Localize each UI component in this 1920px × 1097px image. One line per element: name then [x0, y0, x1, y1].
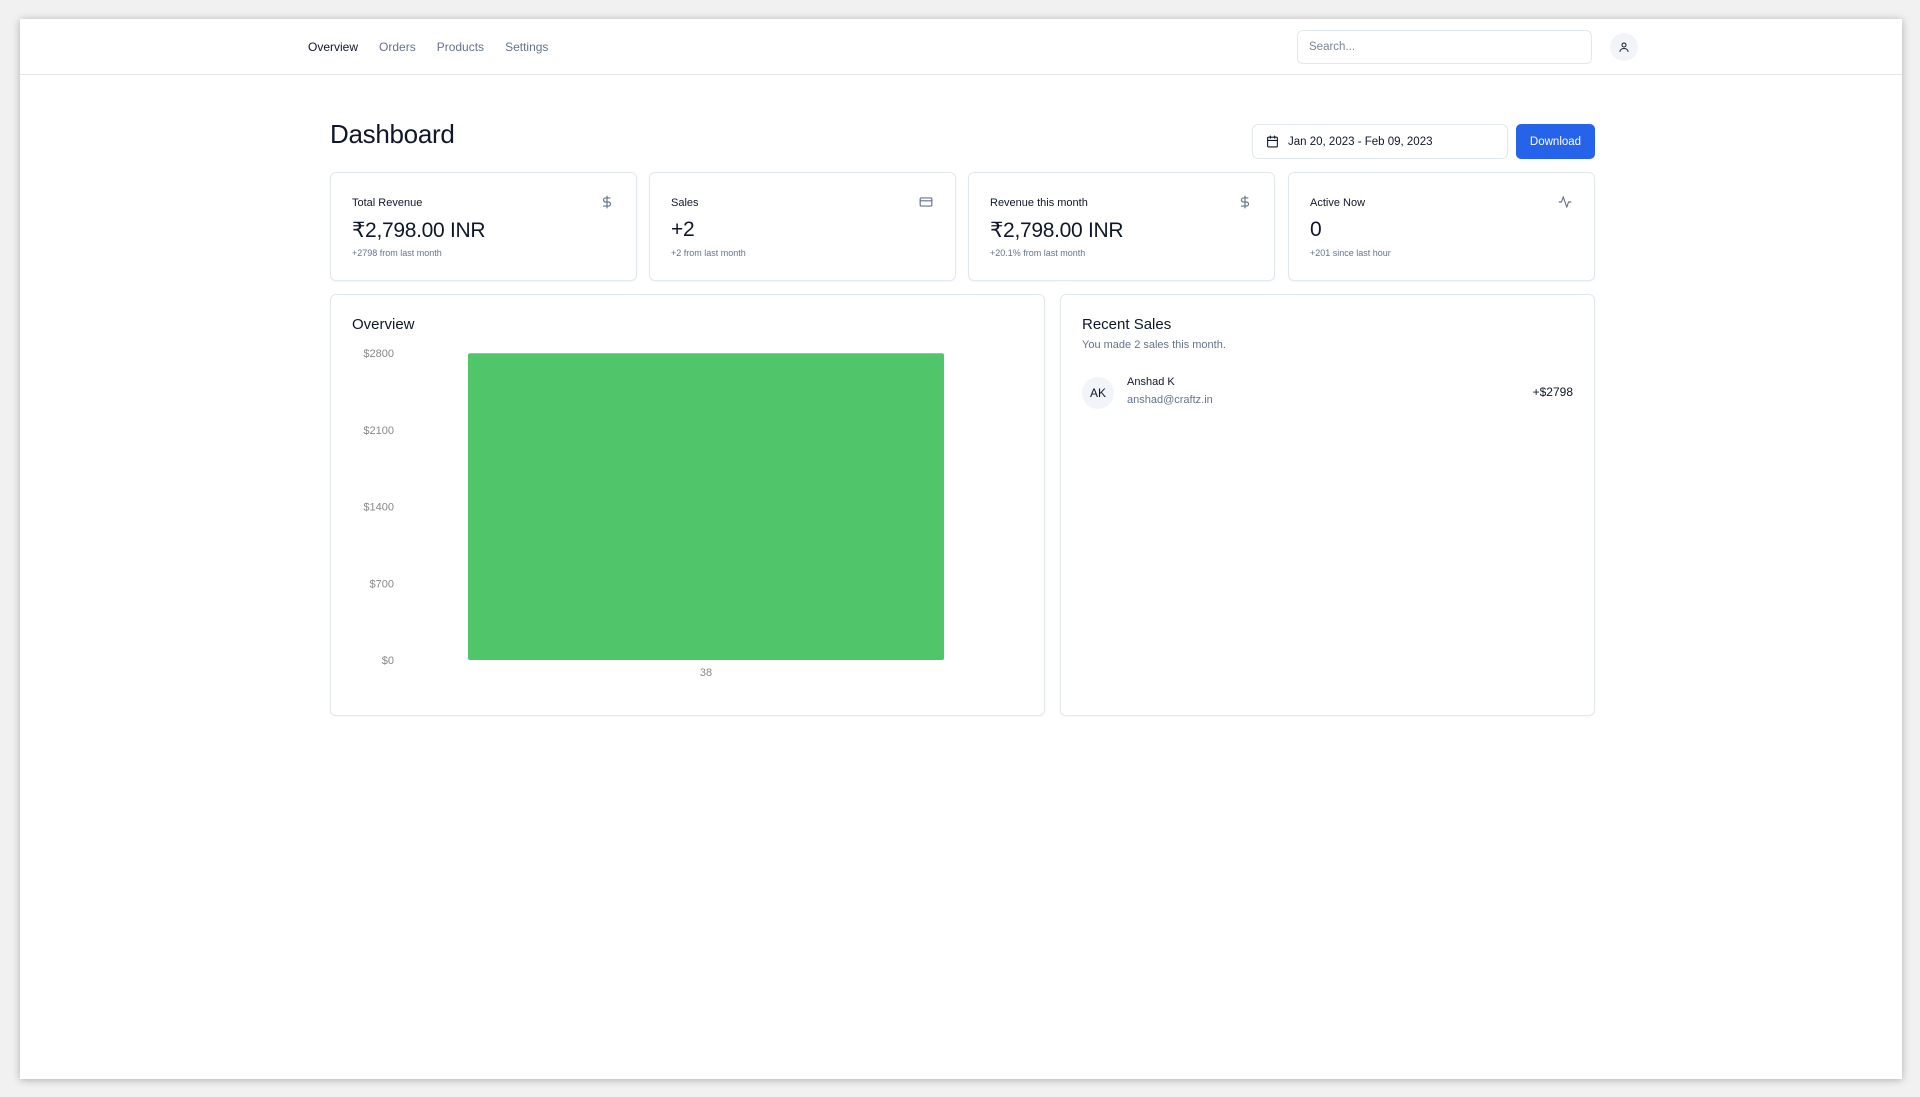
- dollar-icon: [1240, 195, 1250, 209]
- stat-value: ₹2,798.00 INR: [352, 219, 486, 242]
- stat-card-revenue-this-month: Revenue this month ₹2,798.00 INR +20.1% …: [968, 172, 1275, 281]
- search-input[interactable]: [1297, 30, 1592, 64]
- avatar: AK: [1082, 377, 1114, 409]
- stat-subtext: +20.1% from last month: [990, 248, 1086, 258]
- overview-chart: $0 $700 $1400 $2100 $2800 38: [363, 348, 944, 679]
- customer-email: anshad@craftz.in: [1127, 394, 1213, 406]
- stat-subtext: +2798 from last month: [352, 248, 442, 258]
- stat-label: Total Revenue: [352, 197, 423, 209]
- recent-sales-panel: Recent Sales You made 2 sales this month…: [1060, 294, 1595, 716]
- nav-orders[interactable]: Orders: [379, 40, 416, 54]
- credit-card-icon: [919, 197, 933, 207]
- nav-products[interactable]: Products: [437, 40, 484, 54]
- calendar-icon: [1267, 135, 1278, 148]
- stat-subtext: +2 from last month: [671, 248, 746, 258]
- app-window: Overview Orders Products Settings Dashbo…: [20, 19, 1902, 1079]
- stat-label: Revenue this month: [990, 197, 1088, 209]
- sale-row: AK Anshad K anshad@craftz.in +$2798: [1082, 375, 1573, 411]
- y-tick-label: $2100: [363, 425, 394, 437]
- y-tick-label: $1400: [363, 502, 394, 514]
- top-navbar: Overview Orders Products Settings: [20, 19, 1902, 75]
- nav-overview[interactable]: Overview: [308, 40, 358, 54]
- stat-card-total-revenue: Total Revenue ₹2,798.00 INR +2798 from l…: [330, 172, 637, 281]
- sale-amount: +$2798: [1532, 385, 1573, 399]
- recent-sales-subtitle: You made 2 sales this month.: [1082, 339, 1226, 351]
- user-icon: [1619, 42, 1629, 52]
- x-tick-label: 38: [700, 667, 712, 679]
- main-nav: Overview Orders Products Settings: [308, 19, 548, 75]
- date-range-label: Jan 20, 2023 - Feb 09, 2023: [1288, 135, 1433, 148]
- stat-label: Sales: [671, 197, 699, 209]
- y-tick-label: $2800: [363, 348, 394, 360]
- nav-settings[interactable]: Settings: [505, 40, 548, 54]
- overview-panel: Overview $0 $700 $1400 $2100 $2800 38: [330, 294, 1045, 716]
- stat-value: ₹2,798.00 INR: [990, 219, 1124, 242]
- recent-sales-title: Recent Sales: [1082, 316, 1172, 333]
- stat-value: 0: [1310, 218, 1322, 241]
- y-tick-label: $0: [382, 655, 394, 667]
- stat-card-active-now: Active Now 0 +201 since last hour: [1288, 172, 1595, 281]
- stat-subtext: +201 since last hour: [1310, 248, 1391, 258]
- dollar-icon: [602, 195, 612, 209]
- activity-icon: [1558, 196, 1572, 208]
- page-title: Dashboard: [330, 119, 455, 149]
- chart-bar[interactable]: [468, 353, 944, 660]
- stat-card-sales: Sales +2 +2 from last month: [649, 172, 956, 281]
- download-button[interactable]: Download: [1516, 124, 1595, 159]
- stat-value: +2: [671, 218, 695, 241]
- user-menu-button[interactable]: [1610, 33, 1638, 61]
- stat-label: Active Now: [1310, 197, 1366, 209]
- date-range-picker[interactable]: Jan 20, 2023 - Feb 09, 2023: [1252, 124, 1508, 159]
- customer-name: Anshad K: [1127, 376, 1175, 388]
- y-tick-label: $700: [370, 578, 394, 590]
